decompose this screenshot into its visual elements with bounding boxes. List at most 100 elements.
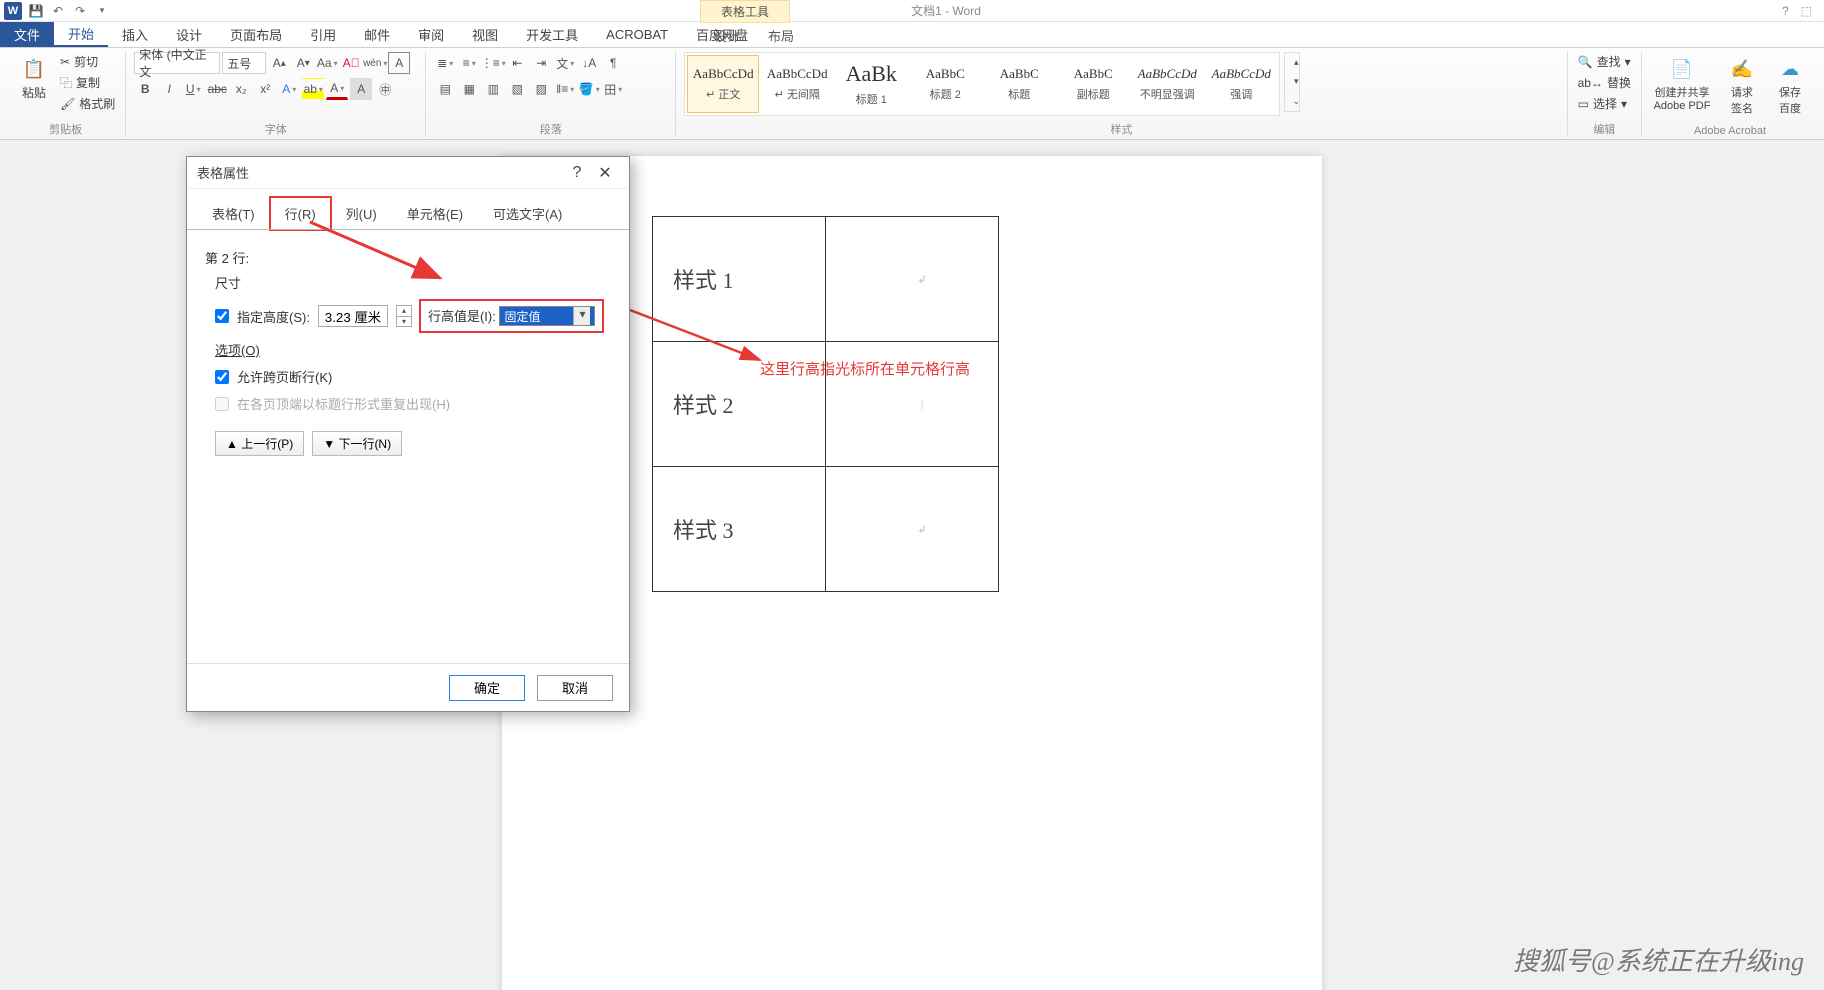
- sort-button[interactable]: ↓A: [578, 52, 600, 74]
- phonetic-button[interactable]: wén: [364, 52, 386, 74]
- cancel-button[interactable]: 取消: [537, 675, 613, 701]
- bold-button[interactable]: B: [134, 78, 156, 100]
- show-marks-button[interactable]: ¶: [602, 52, 624, 74]
- align-right-button[interactable]: ▥: [482, 78, 504, 100]
- height-value-input[interactable]: [318, 305, 388, 327]
- next-row-button[interactable]: ▼ 下一行(N): [312, 431, 402, 456]
- gallery-up[interactable]: ▴: [1285, 53, 1307, 72]
- decrease-indent-button[interactable]: ⇤: [506, 52, 528, 74]
- font-name-combo[interactable]: 宋体 (中文正文: [134, 52, 220, 74]
- find-button[interactable]: 🔍 查找 ▾: [1576, 52, 1633, 71]
- borders-button[interactable]: 田: [602, 78, 624, 100]
- prev-row-button[interactable]: ▲ 上一行(P): [215, 431, 304, 456]
- shrink-font-button[interactable]: A▾: [292, 52, 314, 74]
- highlight-button[interactable]: ab: [302, 78, 324, 100]
- tab-table-design[interactable]: 设计: [700, 22, 754, 48]
- align-left-button[interactable]: ▤: [434, 78, 456, 100]
- align-center-button[interactable]: ▦: [458, 78, 480, 100]
- copy-button[interactable]: ⿻复制: [58, 73, 117, 92]
- word-table[interactable]: 样式 1↲ 样式 2| 样式 3↲: [652, 216, 999, 592]
- save-button[interactable]: 💾: [28, 3, 44, 19]
- justify-button[interactable]: ▧: [506, 78, 528, 100]
- tab-page-layout[interactable]: 页面布局: [216, 22, 296, 47]
- request-sign-button[interactable]: ✍ 请求签名: [1722, 52, 1762, 120]
- dtab-column[interactable]: 列(U): [331, 197, 392, 230]
- undo-button[interactable]: ↶: [50, 3, 66, 19]
- tab-mailings[interactable]: 邮件: [350, 22, 404, 47]
- style-item[interactable]: AaBbCcDd不明显强调: [1131, 55, 1203, 113]
- superscript-button[interactable]: x²: [254, 78, 276, 100]
- tab-insert[interactable]: 插入: [108, 22, 162, 47]
- text-effects-button[interactable]: A: [278, 78, 300, 100]
- redo-button[interactable]: ↷: [72, 3, 88, 19]
- numbering-button[interactable]: ≡: [458, 52, 480, 74]
- style-item[interactable]: AaBbC标题 2: [909, 55, 981, 113]
- strike-button[interactable]: abc: [206, 78, 228, 100]
- style-item[interactable]: AaBbC标题: [983, 55, 1055, 113]
- font-color-button[interactable]: A: [326, 78, 348, 100]
- cut-button[interactable]: ✂剪切: [58, 52, 117, 71]
- style-item[interactable]: AaBbCcDd强调: [1205, 55, 1277, 113]
- replace-button[interactable]: ab↔ 替换: [1576, 73, 1633, 92]
- enclose-char-button[interactable]: ㊥: [374, 78, 396, 100]
- allow-break-checkbox[interactable]: [215, 370, 229, 384]
- cell-style3[interactable]: 样式 3: [653, 467, 826, 592]
- qat-more[interactable]: ▾: [94, 3, 110, 19]
- italic-button[interactable]: I: [158, 78, 180, 100]
- underline-button[interactable]: U: [182, 78, 204, 100]
- asian-layout-button[interactable]: 文: [554, 52, 576, 74]
- tab-view[interactable]: 视图: [458, 22, 512, 47]
- create-pdf-button[interactable]: 📄 创建并共享Adobe PDF: [1650, 52, 1714, 116]
- ribbon: 📋 粘贴 ✂剪切 ⿻复制 🖌格式刷 剪贴板 宋体 (中文正文 五号 A▴ A▾ …: [0, 48, 1824, 140]
- gallery-more[interactable]: ⌄: [1285, 92, 1307, 111]
- style-item[interactable]: AaBbCcDd↵ 正文: [687, 55, 759, 113]
- tab-table-layout[interactable]: 布局: [754, 22, 808, 48]
- multilevel-button[interactable]: ⋮≡: [482, 52, 504, 74]
- style-item[interactable]: AaBbC副标题: [1057, 55, 1129, 113]
- dialog-close-button[interactable]: ✕: [591, 163, 619, 183]
- change-case-button[interactable]: Aa: [316, 52, 338, 74]
- line-spacing-button[interactable]: ‖≡: [554, 78, 576, 100]
- cell-empty[interactable]: ↲: [826, 217, 999, 342]
- ok-button[interactable]: 确定: [449, 675, 525, 701]
- tab-review[interactable]: 审阅: [404, 22, 458, 47]
- tab-developer[interactable]: 开发工具: [512, 22, 592, 47]
- increase-indent-button[interactable]: ⇥: [530, 52, 552, 74]
- row-height-type-select[interactable]: 固定值: [499, 306, 595, 326]
- clear-format-button[interactable]: A⃠: [340, 52, 362, 74]
- char-shading-button[interactable]: A: [350, 78, 372, 100]
- dtab-table[interactable]: 表格(T): [197, 197, 270, 230]
- shading-button[interactable]: 🪣: [578, 78, 600, 100]
- ribbon-options-button[interactable]: ⬚: [1801, 4, 1812, 18]
- font-size-combo[interactable]: 五号: [222, 52, 266, 74]
- row-number-label: 第 2 行:: [205, 248, 611, 267]
- gallery-down[interactable]: ▾: [1285, 72, 1307, 91]
- window-title: 文档1 - Word: [110, 2, 1782, 19]
- tab-references[interactable]: 引用: [296, 22, 350, 47]
- char-border-button[interactable]: A: [388, 52, 410, 74]
- dtab-cell[interactable]: 单元格(E): [392, 197, 478, 230]
- distribute-button[interactable]: ▨: [530, 78, 552, 100]
- cell-empty[interactable]: ↲: [826, 467, 999, 592]
- help-button[interactable]: ?: [1782, 4, 1789, 18]
- specify-height-checkbox[interactable]: [215, 309, 229, 323]
- baidu-save-button[interactable]: ☁ 保存百度: [1770, 52, 1810, 120]
- bullets-button[interactable]: ≣: [434, 52, 456, 74]
- grow-font-button[interactable]: A▴: [268, 52, 290, 74]
- subscript-button[interactable]: x₂: [230, 78, 252, 100]
- tab-acrobat[interactable]: ACROBAT: [592, 22, 682, 47]
- dtab-alt[interactable]: 可选文字(A): [478, 197, 577, 230]
- tab-home[interactable]: 开始: [54, 22, 108, 47]
- height-spinner[interactable]: ▴▾: [396, 305, 412, 327]
- tab-design[interactable]: 设计: [162, 22, 216, 47]
- cell-style1[interactable]: 样式 1: [653, 217, 826, 342]
- style-item[interactable]: AaBk标题 1: [835, 55, 907, 113]
- tab-file[interactable]: 文件: [0, 22, 54, 47]
- style-item[interactable]: AaBbCcDd↵ 无间隔: [761, 55, 833, 113]
- dialog-help-button[interactable]: ?: [563, 164, 591, 182]
- paste-button[interactable]: 📋 粘贴: [14, 52, 54, 105]
- format-painter-button[interactable]: 🖌格式刷: [58, 94, 117, 113]
- dtab-row[interactable]: 行(R): [270, 197, 331, 230]
- styles-gallery[interactable]: AaBbCcDd↵ 正文AaBbCcDd↵ 无间隔AaBk标题 1AaBbC标题…: [684, 52, 1280, 116]
- select-button[interactable]: ▭ 选择 ▾: [1576, 94, 1633, 113]
